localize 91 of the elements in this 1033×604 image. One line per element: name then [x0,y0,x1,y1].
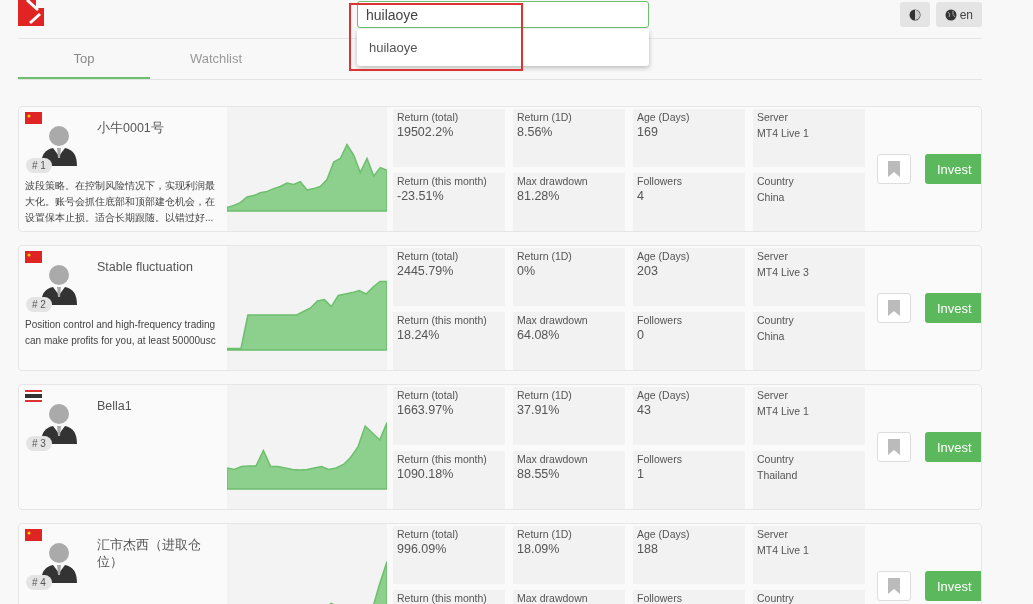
stat-label: Country [757,453,795,465]
stat-label: Max drawdown [517,592,589,604]
stat-label: Max drawdown [517,175,589,187]
stat-value: MT4 Live 3 [757,266,810,278]
rank-badge: # 1 [26,158,52,173]
stat-label: Return (1D) [517,389,573,401]
stat-label: Return (total) [397,389,460,401]
stat-value: 169 [637,125,659,139]
stat-value: 19502.2% [397,125,455,139]
stat-label: Max drawdown [517,314,589,326]
stat-label: Age (Days) [637,389,691,401]
stat-value: 88.55% [517,467,561,481]
suggestion-item[interactable]: huilaoye [357,29,649,66]
tab[interactable]: Top [18,39,150,79]
search-field[interactable]: huilaoye [357,1,649,28]
rank-badge: # 3 [26,436,52,451]
stat-label: Return (this month) [397,175,488,187]
stat-value: China [757,330,786,342]
bookmark-icon [888,439,900,455]
stat-label: Server [757,389,789,401]
stat-label: Return (1D) [517,111,573,123]
tab[interactable]: Watchlist [150,39,282,79]
bookmark-button[interactable] [877,154,911,184]
stat-label: Country [757,592,795,604]
trader-name: Stable fluctuation [97,259,194,276]
invest-button[interactable]: Invest [925,432,981,462]
stat-label: Age (Days) [637,528,691,540]
stat-value: 18.09% [517,542,561,556]
globe-icon [944,8,957,21]
stat-value: 37.91% [517,403,561,417]
contrast-icon [908,8,921,21]
invest-button[interactable]: Invest [925,571,981,601]
bookmark-icon [888,300,900,316]
stat-value: Thailand [757,469,799,481]
stat-label: Followers [637,314,683,326]
invest-button[interactable]: Invest [925,293,981,323]
stat-value: 1090.18% [397,467,455,481]
logo-icon [18,0,44,26]
stat-value: 0 [637,328,645,342]
stat-label: Followers [637,175,683,187]
stat-value: 0% [517,264,537,278]
stat-label: Followers [637,592,683,604]
stat-value: 203 [637,264,659,278]
invest-button[interactable]: Invest [925,154,981,184]
trader-name: 小牛0001号 [97,120,165,137]
stat-value: 18.24% [397,328,441,342]
trader-name: Bella1 [97,398,133,415]
stat-value: 2445.79% [397,264,455,278]
theme-button[interactable] [899,2,930,27]
stat-value: -23.51% [397,189,445,203]
stat-label: Return (this month) [397,453,488,465]
stat-label: Return (this month) [397,314,488,326]
rank-badge: # 4 [26,575,52,590]
rank-badge: # 2 [26,297,52,312]
stat-value: 188 [637,542,659,556]
stat-label: Server [757,528,789,540]
stat-value: 1 [637,467,645,481]
stat-label: Return (1D) [517,250,573,262]
stat-label: Server [757,250,789,262]
stat-value: 81.28% [517,189,561,203]
bookmark-icon [888,578,900,594]
stat-label: Followers [637,453,683,465]
stat-label: Return (1D) [517,528,573,540]
stat-value: 43 [637,403,652,417]
language-button[interactable]: en [935,2,982,27]
stat-label: Max drawdown [517,453,589,465]
stat-label: Country [757,175,795,187]
stat-label: Return (this month) [397,592,488,604]
trader-description: 波段策略。在控制风险情况下，实现利润最大化。账号会抓住底部和顶部建仓机会，在设置保本止损。适合长期跟随。以错过好... [25,179,216,225]
stat-value: 64.08% [517,328,561,342]
stat-label: Country [757,314,795,326]
stat-label: Server [757,111,789,123]
stat-value: 1663.97% [397,403,455,417]
trader-name: 汇市杰西（进取仓位） [97,537,202,571]
stat-label: Return (total) [397,250,460,262]
stat-value: MT4 Live 1 [757,127,810,139]
stat-label: Age (Days) [637,111,691,123]
stat-label: Age (Days) [637,250,691,262]
stat-value: China [757,191,786,203]
bookmark-icon [888,161,900,177]
stat-label: Return (total) [397,111,460,123]
stat-value: MT4 Live 1 [757,544,810,556]
bookmark-button[interactable] [877,293,911,323]
stat-label: Return (total) [397,528,460,540]
bookmark-button[interactable] [877,571,911,601]
stat-value: MT4 Live 1 [757,405,810,417]
stat-value: 8.56% [517,125,554,139]
trader-description: Position control and high-frequency trading can make profits for you, at least 50000usc [25,318,217,348]
stat-value: 996.09% [397,542,448,556]
stat-value: 4 [637,189,645,203]
bookmark-button[interactable] [877,432,911,462]
